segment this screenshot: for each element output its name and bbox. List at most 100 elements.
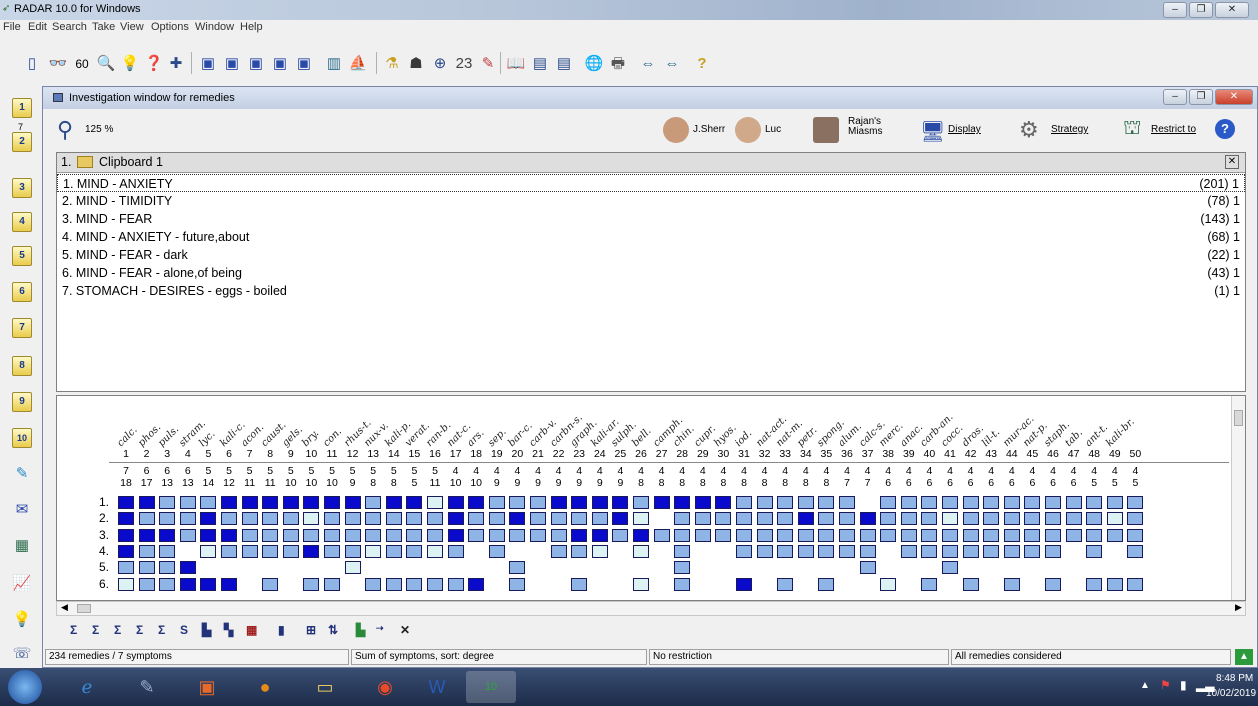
grid-cell[interactable] xyxy=(839,496,855,509)
grid-cell[interactable] xyxy=(138,577,155,591)
grid-cell[interactable] xyxy=(200,528,217,542)
grid-cell[interactable] xyxy=(756,512,773,526)
grid-cell[interactable] xyxy=(303,544,320,558)
tray-up-arrow-icon[interactable]: ▲ xyxy=(1140,680,1150,691)
grid-cell[interactable] xyxy=(138,528,155,542)
restrict-icon[interactable]: ⛫ xyxy=(1123,117,1141,142)
grid-cell[interactable] xyxy=(839,528,855,542)
grid-cell[interactable] xyxy=(550,528,567,542)
grid-cell[interactable] xyxy=(591,528,608,542)
grid-cell[interactable] xyxy=(1127,512,1144,526)
grid-cell[interactable] xyxy=(406,528,423,542)
grid-cell[interactable] xyxy=(777,577,794,591)
start-button[interactable] xyxy=(8,670,42,704)
grid-cell[interactable] xyxy=(612,496,629,509)
clipboard-button-2[interactable]: 2 xyxy=(12,132,32,152)
grid-cell[interactable] xyxy=(447,528,464,542)
clipboard-all-icon[interactable]: ▣ xyxy=(294,54,314,74)
grid-cell[interactable] xyxy=(530,512,546,526)
grid-cell[interactable] xyxy=(942,496,958,509)
grid-cell[interactable] xyxy=(1086,577,1103,591)
grid-vertical-scrollbar[interactable] xyxy=(1231,396,1245,600)
grid-cell[interactable] xyxy=(777,528,794,542)
grid-cell[interactable] xyxy=(1065,528,1082,542)
grid-cell[interactable] xyxy=(571,544,588,558)
grid-cell[interactable] xyxy=(509,528,526,542)
link-left-icon[interactable]: ⇔ xyxy=(638,54,658,74)
menu-view[interactable]: View xyxy=(120,21,144,33)
minimize-button[interactable]: – xyxy=(1163,2,1187,18)
grid-cell[interactable] xyxy=(1045,577,1061,591)
mortar-icon[interactable]: ☗ xyxy=(406,54,426,74)
grid-cell[interactable] xyxy=(942,512,958,526)
grid-cell[interactable] xyxy=(777,544,794,558)
grid-cell[interactable] xyxy=(694,528,711,542)
grid-cell[interactable] xyxy=(1003,512,1020,526)
grid-cell[interactable] xyxy=(1086,544,1103,558)
flask-icon[interactable]: ⚗ xyxy=(382,54,402,74)
remedy-label[interactable]: ant-t. xyxy=(1083,422,1110,449)
grid-cell[interactable] xyxy=(385,544,402,558)
radar-taskbar-icon[interactable]: 10 xyxy=(466,671,516,703)
grid-cell[interactable] xyxy=(530,528,546,542)
grid-cell[interactable] xyxy=(1086,496,1103,509)
clipboard-button-9[interactable]: 9 xyxy=(12,392,32,412)
grid-cell[interactable] xyxy=(900,528,917,542)
grid-cell[interactable] xyxy=(694,496,711,509)
grid-cell[interactable] xyxy=(241,528,258,542)
grid-cell[interactable] xyxy=(118,561,134,575)
book-text-icon[interactable]: ▤ xyxy=(554,54,574,74)
grid-cell[interactable] xyxy=(488,528,505,542)
clipboard-button-3[interactable]: 3 xyxy=(12,178,32,198)
grid-cell[interactable] xyxy=(179,577,196,591)
grid-cell[interactable] xyxy=(612,528,629,542)
grid-cell[interactable] xyxy=(839,544,855,558)
grid-cell[interactable] xyxy=(633,544,649,558)
clipboard-button-7[interactable]: 7 xyxy=(12,318,32,338)
grid-cell[interactable] xyxy=(880,512,897,526)
grid-cell[interactable] xyxy=(550,496,567,509)
bulb-side-icon[interactable]: 💡 xyxy=(12,610,32,630)
grid-cell[interactable] xyxy=(488,544,505,558)
grid-cell[interactable] xyxy=(921,512,938,526)
grid-cell[interactable] xyxy=(179,528,196,542)
sherr-button-label[interactable]: J.Sherr xyxy=(693,124,725,135)
grid-cell[interactable] xyxy=(118,577,134,591)
grid-cell[interactable] xyxy=(509,577,526,591)
sum-weighted-icon[interactable]: Σ xyxy=(136,623,143,637)
book-list-icon[interactable]: ▤ xyxy=(530,54,550,74)
pen-icon[interactable]: ✎ xyxy=(12,464,32,484)
menu-take[interactable]: Take xyxy=(92,21,115,33)
grid-cell[interactable] xyxy=(1003,544,1020,558)
grid-cell[interactable] xyxy=(633,577,649,591)
grid-cell[interactable] xyxy=(736,577,752,591)
grid-cell[interactable] xyxy=(1127,577,1144,591)
grid-cell[interactable] xyxy=(591,512,608,526)
globe-icon[interactable]: 🌐 xyxy=(584,54,604,74)
notes-icon[interactable]: ▦ xyxy=(12,536,32,556)
scroll-left-arrow-icon[interactable]: ◀ xyxy=(61,602,68,613)
symptom-row[interactable]: 6. MIND - FEAR - alone,of being (43) 1 xyxy=(57,264,1245,282)
grid-cell[interactable] xyxy=(674,561,691,575)
grid-cell[interactable] xyxy=(880,496,897,509)
grid-cell[interactable] xyxy=(509,496,526,509)
grid-cell[interactable] xyxy=(385,512,402,526)
grid-cell[interactable] xyxy=(591,544,608,558)
grid-cell[interactable] xyxy=(262,496,279,509)
strategy-gear-icon[interactable]: ⚙ xyxy=(1019,117,1039,143)
grid-cell[interactable] xyxy=(653,528,670,542)
status-green-icon[interactable]: ▲ xyxy=(1235,649,1253,665)
grid-cell[interactable] xyxy=(324,577,340,591)
grid-cell[interactable] xyxy=(880,577,897,591)
grid-cell[interactable] xyxy=(282,544,299,558)
grid-cell[interactable] xyxy=(674,544,691,558)
grid-cell[interactable] xyxy=(262,577,279,591)
grid-cell[interactable] xyxy=(777,512,794,526)
grid-cell[interactable] xyxy=(179,561,196,575)
grid-cell[interactable] xyxy=(509,512,526,526)
grid-cell[interactable] xyxy=(1003,496,1020,509)
sum-symptoms-icon[interactable]: Σ xyxy=(70,623,77,637)
grid-cell[interactable] xyxy=(179,496,196,509)
grid-cell[interactable] xyxy=(736,528,752,542)
grid-cell[interactable] xyxy=(427,577,443,591)
